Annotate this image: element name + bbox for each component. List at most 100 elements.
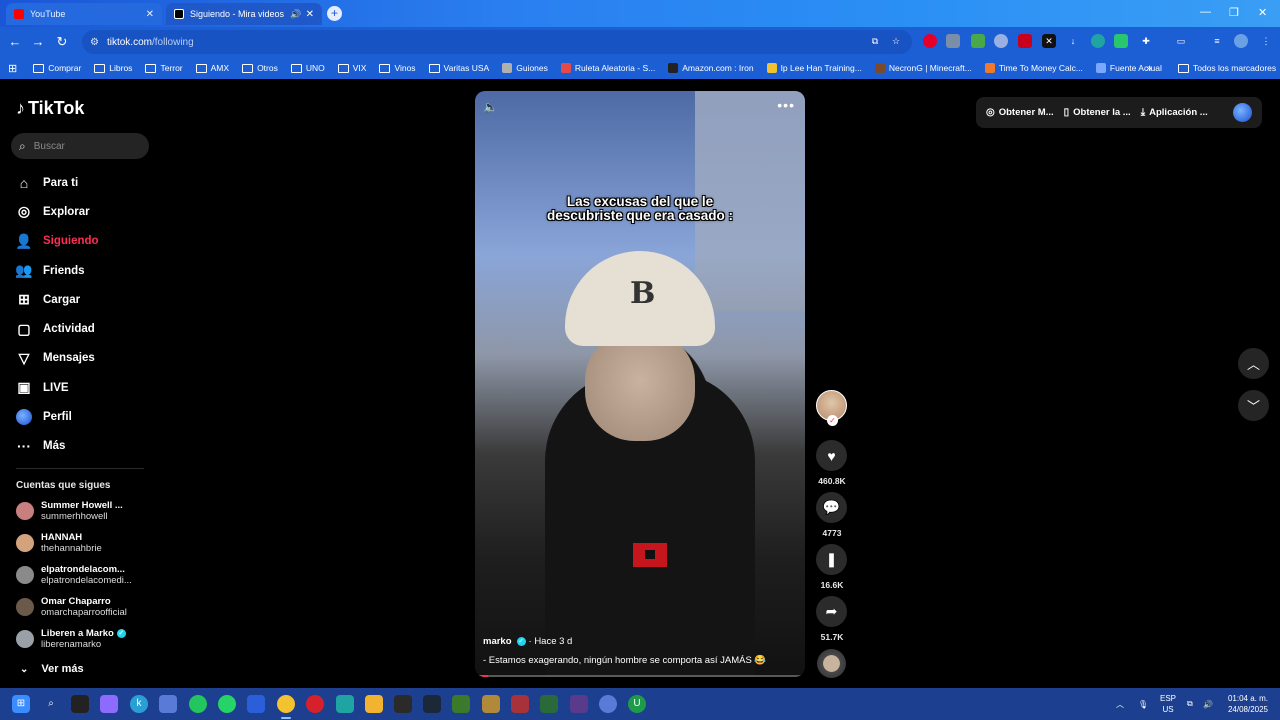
creator-avatar[interactable]: ✓: [816, 390, 847, 426]
all-bookmarks-folder[interactable]: Todos los marcadores: [1178, 63, 1276, 73]
sidebar-item-5[interactable]: ⊞ Cargar: [16, 285, 99, 314]
video-progress-bar[interactable]: [475, 675, 805, 677]
sidebar-item-1[interactable]: ⌂ Para ti: [16, 168, 99, 197]
install-app-icon[interactable]: ⧉: [868, 34, 882, 48]
chrome-icon[interactable]: [277, 695, 295, 713]
opera-icon[interactable]: [306, 695, 324, 713]
app-green-circle-icon[interactable]: [189, 695, 207, 713]
extension-teal-icon[interactable]: [1091, 34, 1105, 48]
volume-icon[interactable]: 🔊: [1203, 688, 1213, 720]
search-input[interactable]: ⌕ Buscar: [11, 133, 149, 159]
extension-grey-icon[interactable]: [946, 34, 960, 48]
bookmark-item[interactable]: Libros: [94, 63, 132, 73]
comment-button[interactable]: 💬 4773: [816, 492, 848, 538]
like-button[interactable]: ♥ 460.8K: [816, 440, 848, 486]
system-clock[interactable]: 01:04 a. m. 24/08/2025: [1228, 693, 1268, 715]
bookmark-item[interactable]: UNO: [290, 63, 325, 73]
desktop-app-button[interactable]: ⤓ Aplicación ...: [1141, 107, 1208, 118]
bookmark-item[interactable]: Fuente Actual: [1095, 63, 1162, 73]
app-k-icon[interactable]: k: [130, 695, 148, 713]
minimize-icon[interactable]: —: [1200, 6, 1211, 18]
followed-account[interactable]: HANNAH thehannahbrie: [16, 532, 102, 554]
bookmark-item[interactable]: Time To Money Calc...: [984, 63, 1083, 73]
bookmark-item[interactable]: Guiones: [502, 63, 548, 73]
reload-icon[interactable]: ↻: [50, 34, 74, 50]
extension-green-icon[interactable]: [971, 34, 985, 48]
app-files-icon[interactable]: [159, 695, 177, 713]
minecraft-icon[interactable]: [452, 695, 470, 713]
bookmark-item[interactable]: Vinos: [379, 63, 416, 73]
store-icon[interactable]: [247, 695, 265, 713]
get-app-button[interactable]: ▯ Obtener la ...: [1064, 107, 1131, 118]
previous-video-button[interactable]: ︿: [1238, 348, 1269, 379]
app-teal-icon[interactable]: [336, 695, 354, 713]
sidebar-item-3[interactable]: 👤 Siguiendo: [15, 227, 98, 256]
bookmark-item[interactable]: Terror: [145, 63, 183, 73]
next-video-button[interactable]: ﹀: [1238, 390, 1269, 421]
whatsapp-icon[interactable]: [218, 695, 236, 713]
video-player[interactable]: B Las excusas del que le descubriste que…: [475, 91, 805, 677]
sidebar-item-2[interactable]: ◎ Explorar: [16, 197, 99, 226]
game-icon-4[interactable]: [570, 695, 588, 713]
followed-account[interactable]: Omar Chaparro omarchaparroofficial: [16, 596, 127, 618]
new-tab-button[interactable]: +: [327, 6, 342, 21]
cast-icon[interactable]: ▭: [1174, 34, 1188, 48]
forward-icon[interactable]: →: [26, 34, 50, 49]
more-options-icon[interactable]: •••: [777, 97, 795, 113]
see-more-button[interactable]: ⌄ Ver más: [20, 663, 84, 675]
steam-icon[interactable]: [423, 695, 441, 713]
reading-list-icon[interactable]: ≡: [1210, 34, 1224, 48]
volume-icon[interactable]: 🔈: [483, 100, 498, 114]
copilot-icon[interactable]: [100, 695, 118, 713]
game-icon-2[interactable]: [511, 695, 529, 713]
maximize-icon[interactable]: ❐: [1229, 6, 1239, 19]
bookmark-item[interactable]: Ip Lee Han Training...: [766, 63, 862, 73]
extension-youtube-icon[interactable]: [1018, 34, 1032, 48]
language-indicator[interactable]: ESP US: [1160, 693, 1176, 715]
tray-overflow-icon[interactable]: ︿: [1116, 688, 1124, 720]
video-author[interactable]: marko: [483, 636, 512, 647]
bookmark-item[interactable]: Varitas USA: [428, 63, 489, 73]
app-u-icon[interactable]: U: [628, 695, 646, 713]
share-button[interactable]: ➦ 51.7K: [816, 596, 848, 642]
save-button[interactable]: ❚ 16.6K: [816, 544, 848, 590]
bookmark-star-icon[interactable]: ☆: [889, 34, 903, 48]
get-coins-button[interactable]: ◎ Obtener M...: [986, 107, 1054, 118]
file-explorer-icon[interactable]: [365, 695, 383, 713]
bookmark-item[interactable]: VIX: [337, 63, 366, 73]
bookmarks-overflow-icon[interactable]: »: [1146, 63, 1152, 74]
bookmark-item[interactable]: NecronG | Minecraft...: [874, 63, 972, 73]
extensions-puzzle-icon[interactable]: ✚: [1139, 34, 1153, 48]
followed-account[interactable]: Summer Howell ... summerhhowell: [16, 500, 123, 522]
address-bar[interactable]: ⚙ tiktok.com/following: [82, 30, 912, 54]
search-icon[interactable]: ⌕: [42, 695, 60, 713]
followed-account[interactable]: Liberen a Marko ✓ liberenamarko: [16, 628, 126, 650]
epic-games-icon[interactable]: [394, 695, 412, 713]
close-tab-icon[interactable]: ✕: [306, 9, 314, 20]
user-avatar[interactable]: [1233, 103, 1252, 122]
microphone-icon[interactable]: 🎙: [1138, 688, 1148, 720]
bookmark-item[interactable]: Amazon.com : Iron: [668, 63, 754, 73]
followed-account[interactable]: elpatrondelacom... elpatrondelacomedi...: [16, 564, 132, 586]
extension-blue-icon[interactable]: [994, 34, 1008, 48]
profile-avatar-icon[interactable]: [1234, 34, 1248, 48]
task-view-icon[interactable]: [71, 695, 89, 713]
back-icon[interactable]: ←: [3, 34, 27, 49]
network-icon[interactable]: ⧉: [1187, 688, 1193, 720]
app-drop-icon[interactable]: [599, 695, 617, 713]
download-icon[interactable]: ↓: [1066, 34, 1080, 48]
site-info-icon[interactable]: ⚙: [90, 37, 99, 48]
sidebar-item-9[interactable]: Perfil: [16, 402, 99, 431]
extension-red-icon[interactable]: [923, 34, 937, 48]
tab-youtube[interactable]: YouTube ✕: [6, 3, 162, 25]
speaker-icon[interactable]: 🔊: [290, 9, 301, 20]
kebab-menu-icon[interactable]: ⋮: [1259, 34, 1273, 48]
bookmark-item[interactable]: Otros: [242, 63, 278, 73]
sidebar-item-6[interactable]: ▢ Actividad: [16, 314, 99, 343]
close-tab-icon[interactable]: ✕: [146, 9, 154, 20]
sidebar-item-7[interactable]: ▽ Mensajes: [16, 344, 99, 373]
follow-check-icon[interactable]: ✓: [827, 415, 838, 426]
bookmark-item[interactable]: Ruleta Aleatoria - S...: [560, 63, 655, 73]
music-disc-icon[interactable]: [817, 649, 846, 678]
bookmark-item[interactable]: Comprar: [33, 63, 81, 73]
